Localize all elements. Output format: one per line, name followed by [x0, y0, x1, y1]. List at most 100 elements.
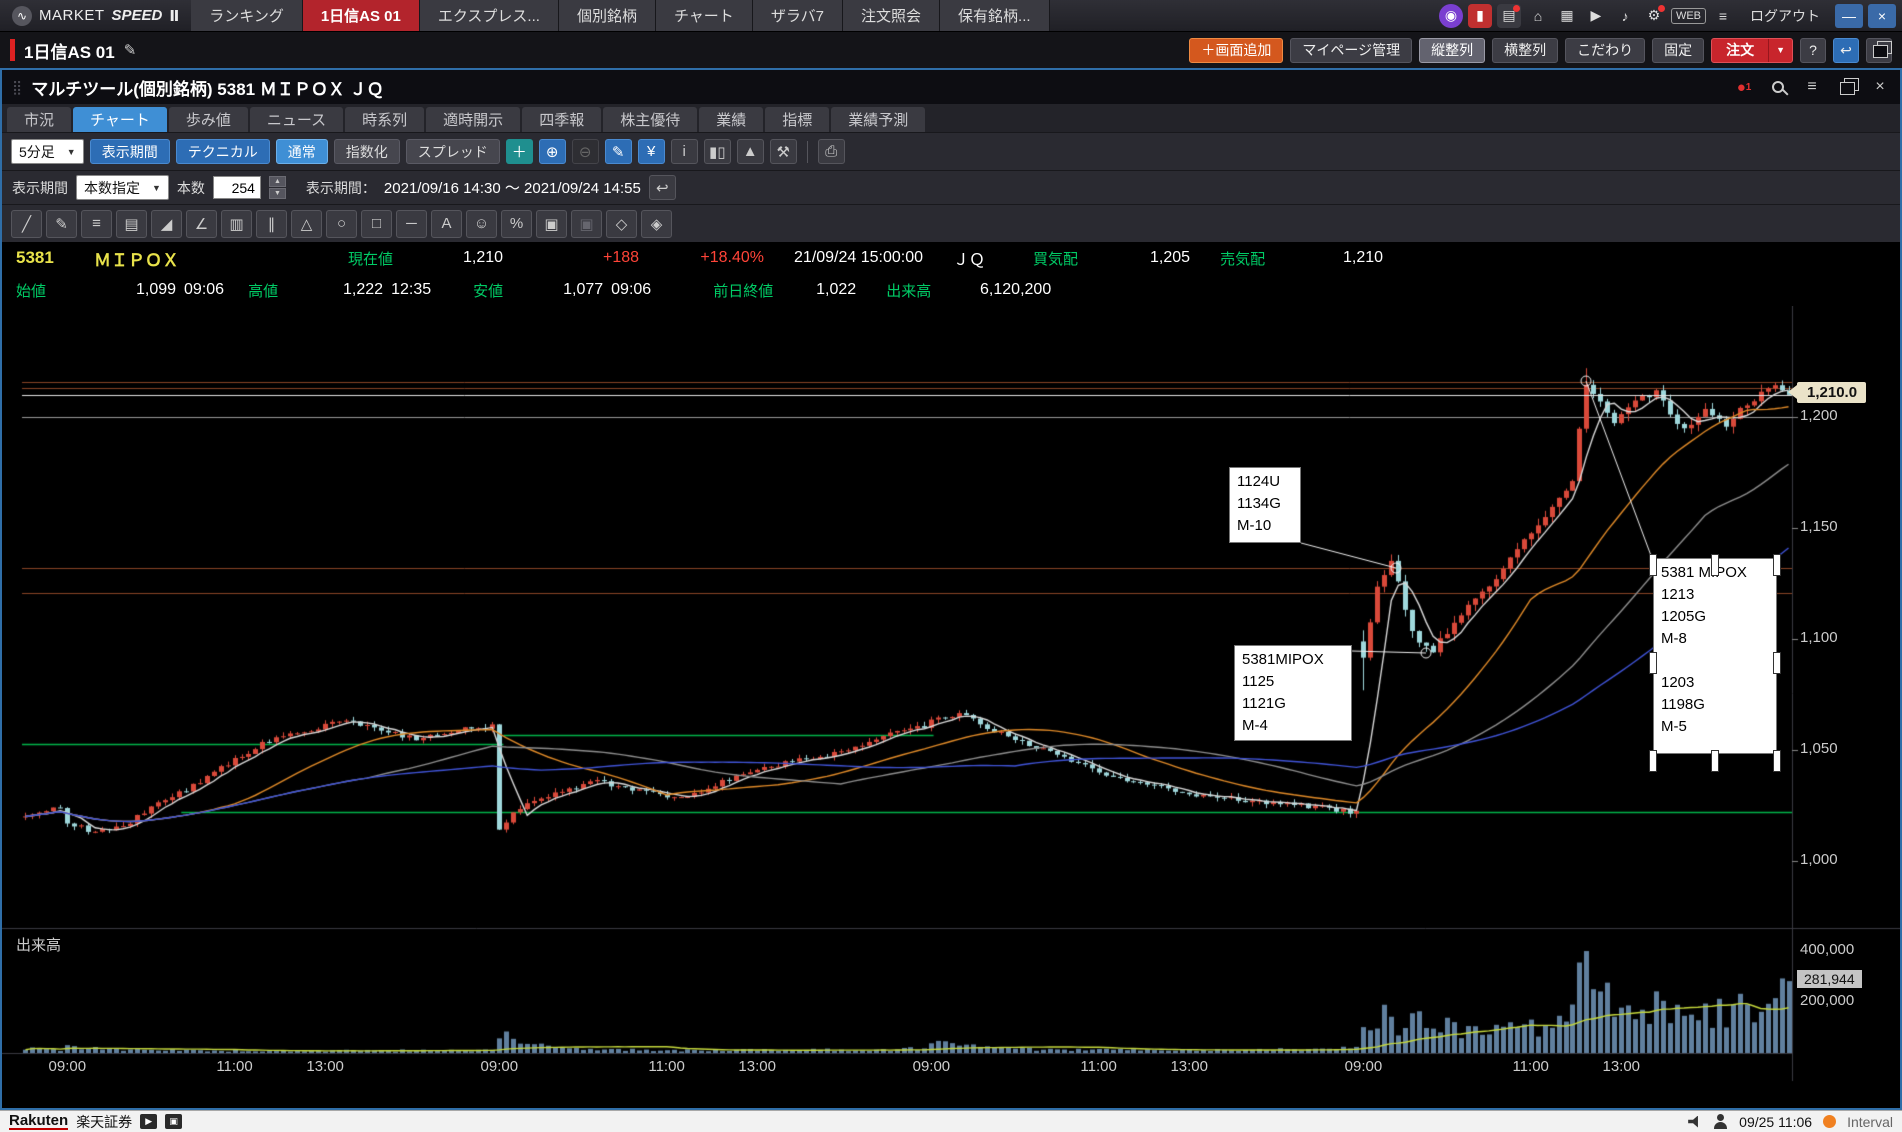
selection-handle[interactable] — [1649, 554, 1657, 576]
minimize-button[interactable]: — — [1835, 4, 1863, 28]
account-icon[interactable] — [1713, 1114, 1728, 1129]
chart-type-area-button[interactable]: ▲ — [737, 139, 764, 164]
tool-ellipse[interactable]: ○ — [326, 210, 357, 238]
news-icon[interactable]: ▤ — [1497, 4, 1521, 28]
spin-up-button[interactable]: ▲ — [269, 176, 286, 187]
selection-handle[interactable] — [1773, 652, 1781, 674]
vertical-align-button[interactable]: 縦整列 — [1419, 38, 1485, 63]
tab-news[interactable]: ニュース — [250, 107, 343, 132]
link-group-icon[interactable]: ●1 — [1734, 76, 1754, 98]
interval-select[interactable]: 5分足 ▼ — [11, 139, 84, 164]
close-window-icon[interactable]: × — [1870, 76, 1890, 98]
rename-page-icon[interactable]: ✎ — [124, 41, 137, 59]
restore-window-icon[interactable] — [1836, 76, 1856, 98]
home-icon[interactable]: ⌂ — [1526, 4, 1550, 28]
spread-button[interactable]: スプレッド — [406, 139, 500, 164]
top-tab-individual-stock[interactable]: 個別銘柄 — [559, 0, 656, 31]
search-icon[interactable] — [1768, 76, 1788, 98]
tab-earnings-forecast[interactable]: 業績予測 — [831, 107, 925, 132]
tab-market[interactable]: 市況 — [7, 107, 71, 132]
chart-annotation[interactable]: 5381 MIPOX12131205GM-812031198GM-5 — [1653, 558, 1777, 754]
tool-freehand[interactable]: ✎ — [46, 210, 77, 238]
top-tab-chart[interactable]: チャート — [656, 0, 753, 31]
print-button[interactable]: ⎙ — [818, 139, 845, 164]
technical-button[interactable]: テクニカル — [176, 139, 270, 164]
reload-button[interactable]: ↩ — [1833, 38, 1859, 63]
tool-paste[interactable]: ▣ — [571, 210, 602, 238]
multi-screen-icon[interactable]: ▦ — [1555, 4, 1579, 28]
tool-parallel-channel[interactable]: ∥ — [256, 210, 287, 238]
chart-annotation[interactable]: 1124U1134GM-10 — [1229, 467, 1301, 543]
speaker-icon[interactable] — [1688, 1116, 1702, 1128]
settings-gear-icon[interactable]: ⚙ — [1642, 4, 1666, 28]
selection-handle[interactable] — [1649, 652, 1657, 674]
info-button[interactable]: i — [671, 139, 698, 164]
menu-icon[interactable]: ≡ — [1711, 4, 1735, 28]
bar-count-input[interactable] — [213, 176, 261, 199]
window-title-bar[interactable]: ⣿ マルチツール(個別銘柄) 5381 ＭＩＰＯＸ ＪＱ ●1 ≡ × — [2, 70, 1900, 104]
top-tab-express[interactable]: エクスプレス... — [420, 0, 559, 31]
chart-annotation[interactable]: 5381MIPOX11251121GM-4 — [1234, 645, 1352, 741]
tab-tick[interactable]: 歩み値 — [169, 107, 248, 132]
top-tab-ranking[interactable]: ランキング — [191, 0, 303, 31]
tool-copy[interactable]: ▣ — [536, 210, 567, 238]
selection-handle[interactable] — [1711, 554, 1719, 576]
zoom-out-button[interactable]: ⊖ — [572, 139, 599, 164]
add-indicator-button[interactable]: ＋ — [506, 139, 533, 164]
tab-indicators[interactable]: 指標 — [765, 107, 829, 132]
zoom-in-button[interactable]: ⊕ — [539, 139, 566, 164]
tool-trend-angle[interactable]: ∠ — [186, 210, 217, 238]
web-badge[interactable]: WEB — [1671, 8, 1706, 24]
market-chart-icon[interactable]: ▮ — [1468, 4, 1492, 28]
tool-rectangle[interactable]: □ — [361, 210, 392, 238]
normal-mode-button[interactable]: 通常 — [276, 139, 328, 164]
tab-earnings[interactable]: 業績 — [699, 107, 763, 132]
selection-handle[interactable] — [1711, 750, 1719, 772]
tool-eraser-all[interactable]: ◈ — [641, 210, 672, 238]
tool-gann-fan[interactable]: ◢ — [151, 210, 182, 238]
spin-down-button[interactable]: ▼ — [269, 188, 286, 199]
tab-timeseries[interactable]: 時系列 — [345, 107, 424, 132]
chart-settings-button[interactable]: ⚒ — [770, 139, 797, 164]
tool-multi-line[interactable]: ▤ — [116, 210, 147, 238]
draw-mode-button[interactable]: ✎ — [605, 139, 632, 164]
tool-vertical-lines[interactable]: ▥ — [221, 210, 252, 238]
selection-handle[interactable] — [1773, 750, 1781, 772]
bell-icon[interactable]: ♪ — [1613, 4, 1637, 28]
indexed-button[interactable]: 指数化 — [334, 139, 400, 164]
tool-fib-retracement[interactable]: ≡ — [81, 210, 112, 238]
kodawari-button[interactable]: こだわり — [1565, 38, 1645, 63]
top-tab-day-margin-as01[interactable]: 1日信AS 01 — [303, 0, 420, 31]
tool-text[interactable]: A — [431, 210, 462, 238]
app-launcher-icon[interactable]: ◉ — [1439, 4, 1463, 28]
mypage-manage-button[interactable]: マイページ管理 — [1290, 38, 1412, 63]
tab-shikiho[interactable]: 四季報 — [522, 107, 601, 132]
logout-button[interactable]: ログアウト — [1740, 6, 1830, 26]
tool-trend-line[interactable]: ╱ — [11, 210, 42, 238]
tab-disclosure[interactable]: 適時開示 — [426, 107, 520, 132]
tab-shareholder-benefit[interactable]: 株主優待 — [603, 107, 697, 132]
top-tab-holdings[interactable]: 保有銘柄... — [940, 0, 1050, 31]
horizontal-align-button[interactable]: 横整列 — [1492, 38, 1558, 63]
tool-eraser[interactable]: ◇ — [606, 210, 637, 238]
tab-chart[interactable]: チャート — [73, 107, 167, 132]
drag-grip-icon[interactable]: ⣿ — [12, 79, 22, 96]
reset-period-button[interactable]: ↩ — [649, 175, 676, 200]
expand-button[interactable]: ▶ — [140, 1114, 157, 1129]
top-tab-zaraba7[interactable]: ザラバ7 — [753, 0, 843, 31]
top-tab-order-inquiry[interactable]: 注文照会 — [843, 0, 940, 31]
selection-handle[interactable] — [1773, 554, 1781, 576]
order-dropdown-caret[interactable]: ▼ — [1768, 39, 1792, 62]
tool-horizontal-line[interactable]: ─ — [396, 210, 427, 238]
panel-button[interactable]: ▣ — [165, 1114, 182, 1129]
price-volume-chart-canvas[interactable] — [2, 306, 1900, 1108]
pin-layout-button[interactable]: 固定 — [1652, 38, 1704, 63]
period-mode-select[interactable]: 本数指定 ▼ — [76, 175, 169, 200]
close-button[interactable]: × — [1868, 4, 1896, 28]
tool-icon-stamp[interactable]: ☺ — [466, 210, 497, 238]
add-screen-button[interactable]: ＋画面追加 — [1189, 38, 1283, 63]
tool-pentagon[interactable]: △ — [291, 210, 322, 238]
chart-type-candle-button[interactable]: ▮▯ — [704, 139, 731, 164]
media-icon[interactable]: ▶ — [1584, 4, 1608, 28]
help-button[interactable]: ? — [1800, 38, 1826, 63]
